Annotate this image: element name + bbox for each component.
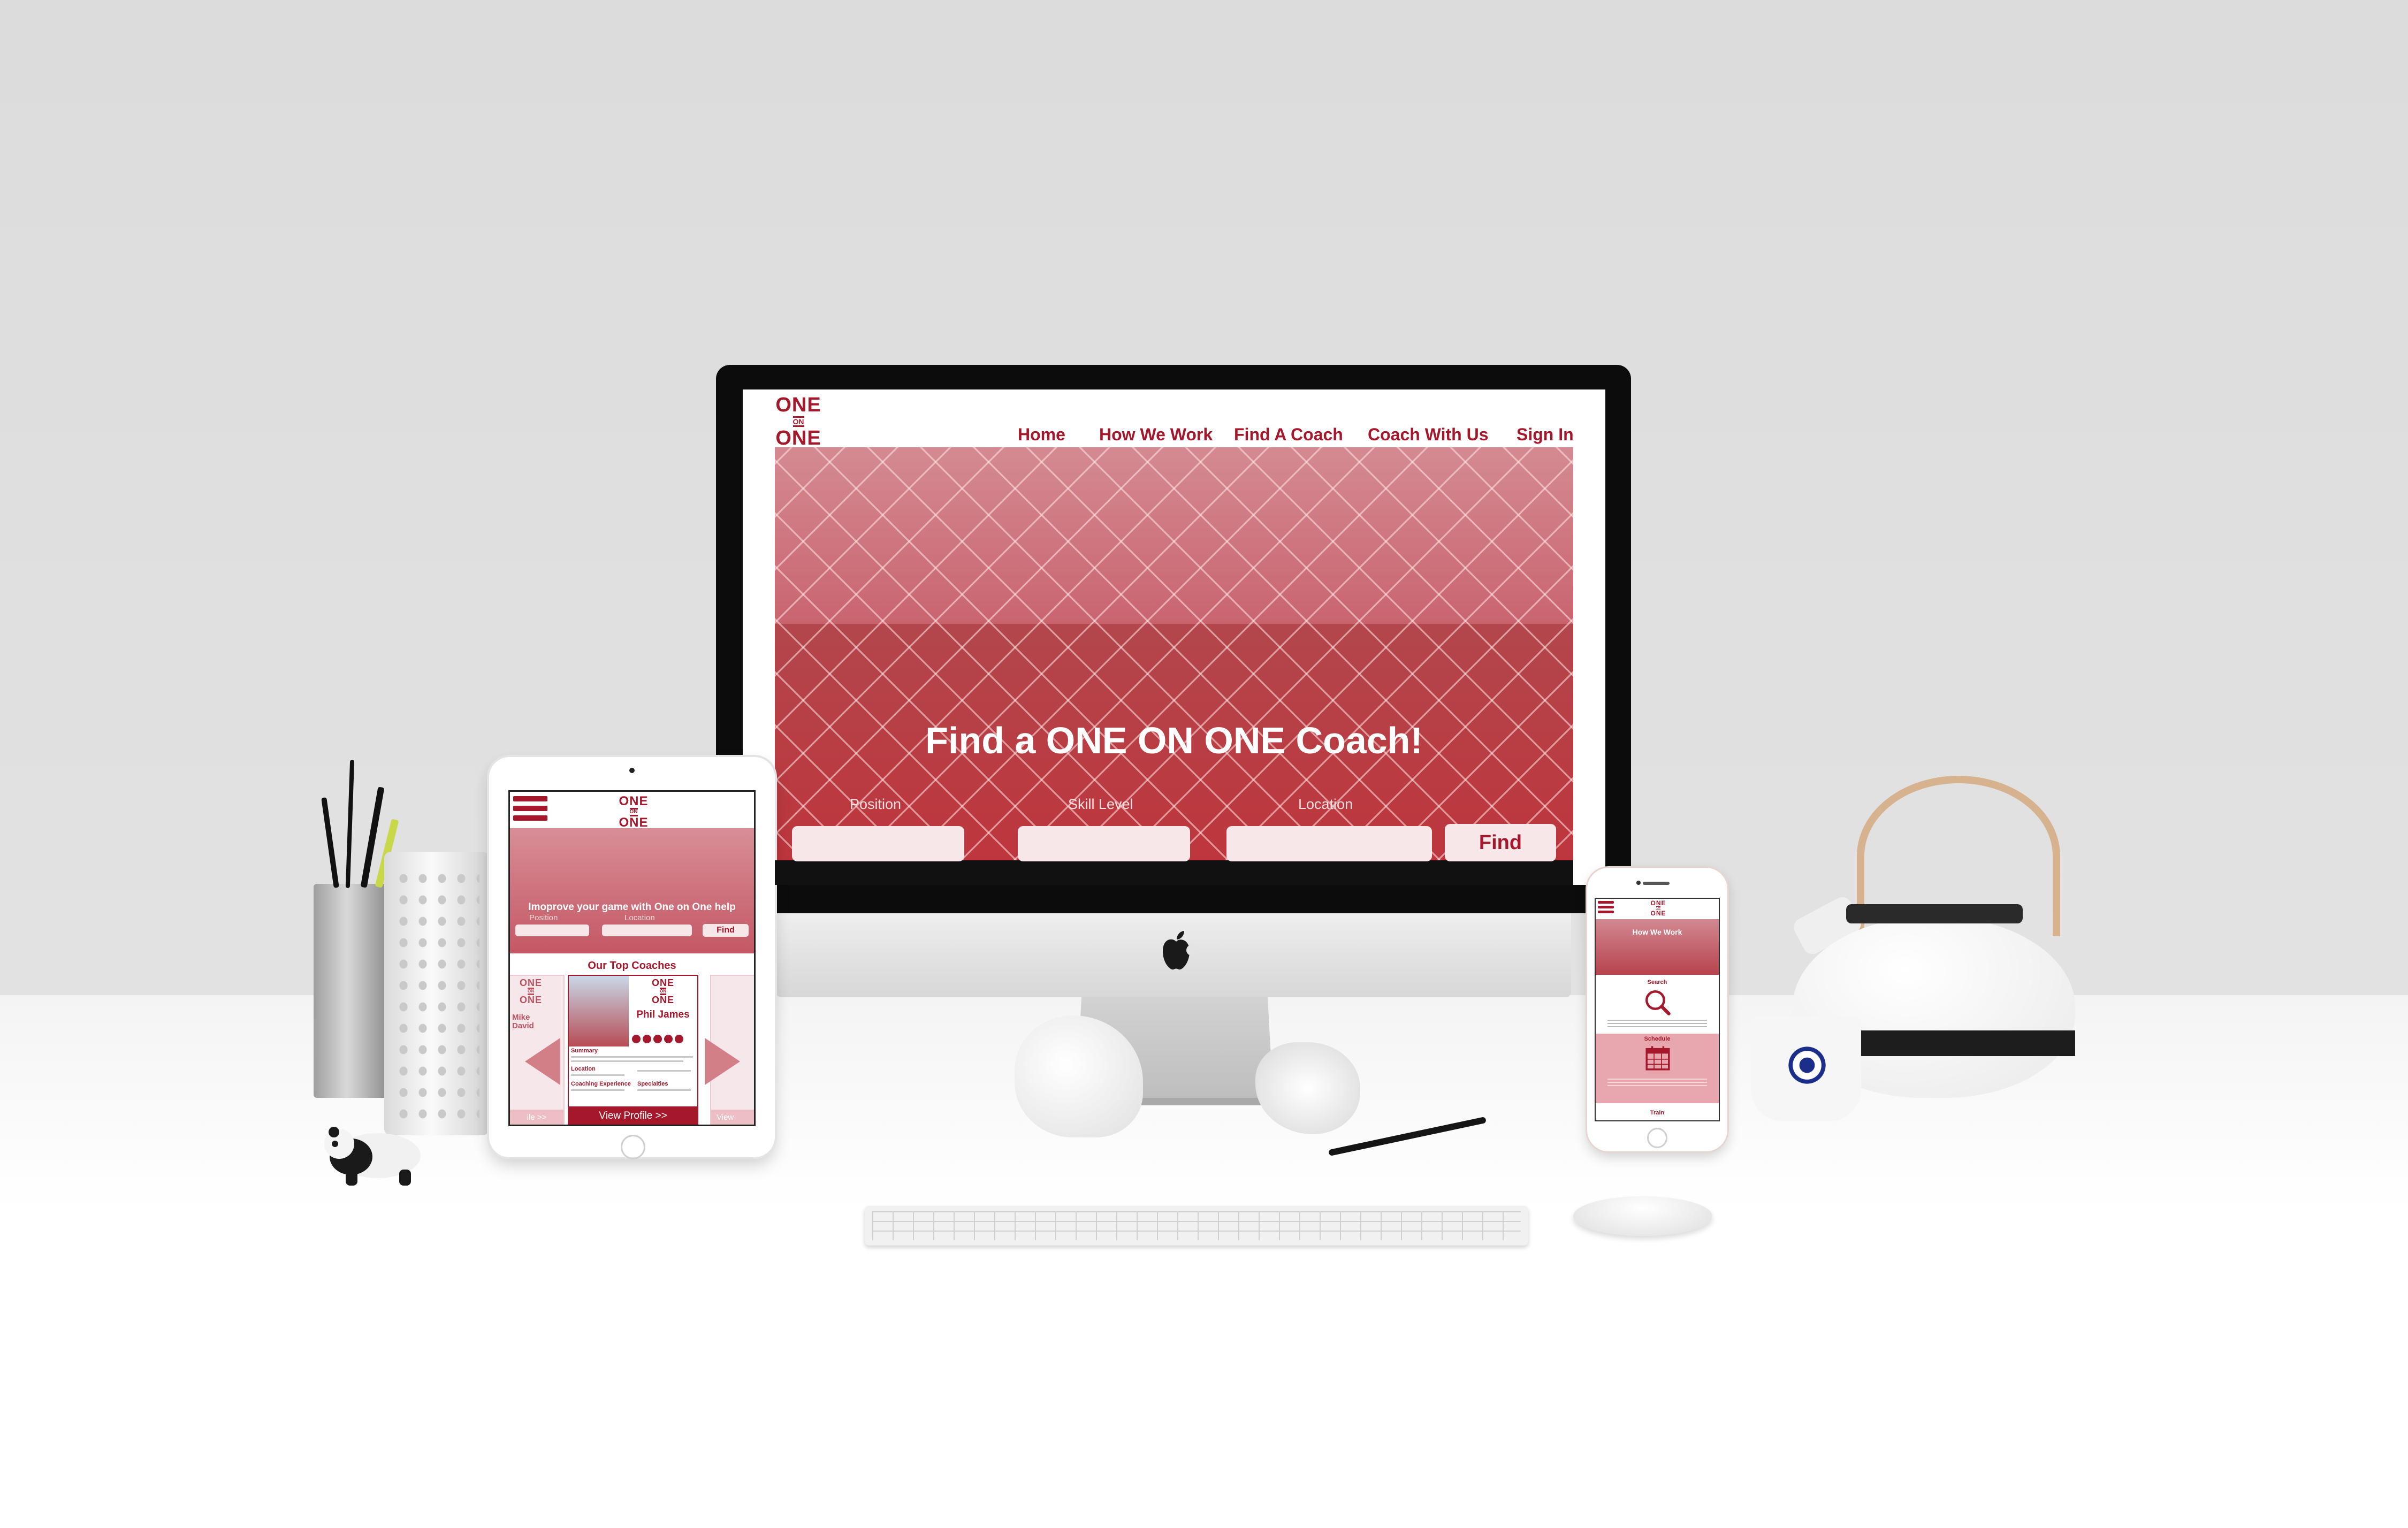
nav-sign-in[interactable]: Sign In: [1517, 425, 1574, 445]
phone-logo[interactable]: ONE ON ONE: [1646, 900, 1671, 916]
phone-camera: [1636, 881, 1641, 885]
tablet-screen: ONE ON ONE Imoprove your game with One o…: [508, 790, 756, 1126]
find-button[interactable]: Find: [1445, 824, 1556, 861]
step-train-title: Train: [1650, 1110, 1665, 1116]
apple-logo: [1163, 931, 1195, 970]
hero-title: Find a ONE ON ONE Coach!: [925, 720, 1423, 761]
tea-cup: [1751, 1017, 1861, 1121]
summary-label: Summary: [571, 1048, 598, 1054]
phone-home-button: [1647, 1128, 1667, 1148]
calendar-icon: [1645, 1046, 1670, 1071]
panda-figurine: [324, 1127, 421, 1186]
tablet-position-input[interactable]: [515, 925, 589, 936]
coach-card-logo: ONE ON ONE: [519, 977, 542, 1005]
specialties-label: Specialties: [637, 1081, 668, 1087]
keyboard: [865, 1206, 1528, 1246]
tablet-location-input[interactable]: [602, 925, 692, 936]
magnifier-icon: [1645, 990, 1671, 1015]
coach-card[interactable]: ONE ON ONE Phil James Summary Location C…: [568, 975, 698, 1125]
desktop-logo[interactable]: ONE ON ONE: [772, 395, 825, 448]
candle-holder: [384, 852, 489, 1135]
teapot-lid: [1846, 904, 2023, 923]
hero-bottom-bar: [775, 860, 1573, 885]
location-input[interactable]: [1226, 826, 1432, 861]
phone-speaker: [1643, 882, 1670, 885]
tablet-device: ONE ON ONE Imoprove your game with One o…: [489, 757, 775, 1159]
tablet-find-button[interactable]: Find: [703, 924, 749, 937]
tablet-logo[interactable]: ONE ON ONE: [609, 795, 658, 829]
skill-level-input[interactable]: [1018, 826, 1190, 861]
top-coaches-title: Our Top Coaches: [588, 960, 676, 972]
coach-card-footer-partial: View: [711, 1110, 754, 1125]
coach-details: Summary Location Coaching Experience Spe…: [569, 1046, 697, 1104]
coach-photo: [569, 976, 629, 1046]
nav-how-we-work[interactable]: How We Work: [1099, 425, 1213, 445]
mouse: [1573, 1196, 1712, 1236]
how-we-work-title: How We Work: [1632, 928, 1682, 936]
coach-rating: [632, 1035, 685, 1046]
nav-coach-with-us[interactable]: Coach With Us: [1368, 425, 1489, 445]
experience-label: Coaching Experience: [571, 1081, 631, 1087]
phone-screen: ONE ON ONE How We Work Search Schedule T…: [1595, 898, 1720, 1121]
nav-find-a-coach[interactable]: Find A Coach: [1234, 425, 1343, 445]
hero-image: [775, 447, 1573, 885]
arrow-right-icon[interactable]: [705, 1038, 740, 1085]
location-label: Location: [571, 1066, 596, 1072]
coach-card-logo: ONE ON ONE: [651, 977, 674, 1005]
phone-device: ONE ON ONE How We Work Search Schedule T…: [1587, 868, 1727, 1151]
hamburger-menu-icon[interactable]: [1598, 901, 1614, 913]
step-search-title: Search: [1647, 979, 1667, 985]
arrow-left-icon[interactable]: [525, 1038, 560, 1085]
hamburger-menu-icon[interactable]: [513, 796, 547, 821]
coach-card-footer-partial: ile >>: [510, 1110, 563, 1125]
tablet-camera: [629, 768, 635, 773]
pencil-cup: [314, 884, 387, 1098]
nav-home[interactable]: Home: [1018, 425, 1065, 445]
tablet-location-label: Location: [624, 913, 655, 922]
step-schedule-title: Schedule: [1644, 1036, 1671, 1042]
tablet-position-label: Position: [529, 913, 558, 922]
skill-level-label: Skill Level: [1068, 796, 1133, 812]
position-label: Position: [850, 796, 902, 812]
view-profile-button[interactable]: View Profile >>: [569, 1106, 697, 1125]
coach-name: Phil James: [636, 1009, 690, 1020]
coach-name-partial: Mike David: [512, 1013, 534, 1030]
location-label: Location: [1298, 796, 1353, 812]
tablet-home-button: [621, 1135, 645, 1159]
tablet-tagline: Imoprove your game with One on One help: [528, 901, 736, 913]
position-input[interactable]: [792, 826, 964, 861]
desktop-screen: ONE ON ONE Home How We Work Find A Coach…: [743, 389, 1605, 885]
